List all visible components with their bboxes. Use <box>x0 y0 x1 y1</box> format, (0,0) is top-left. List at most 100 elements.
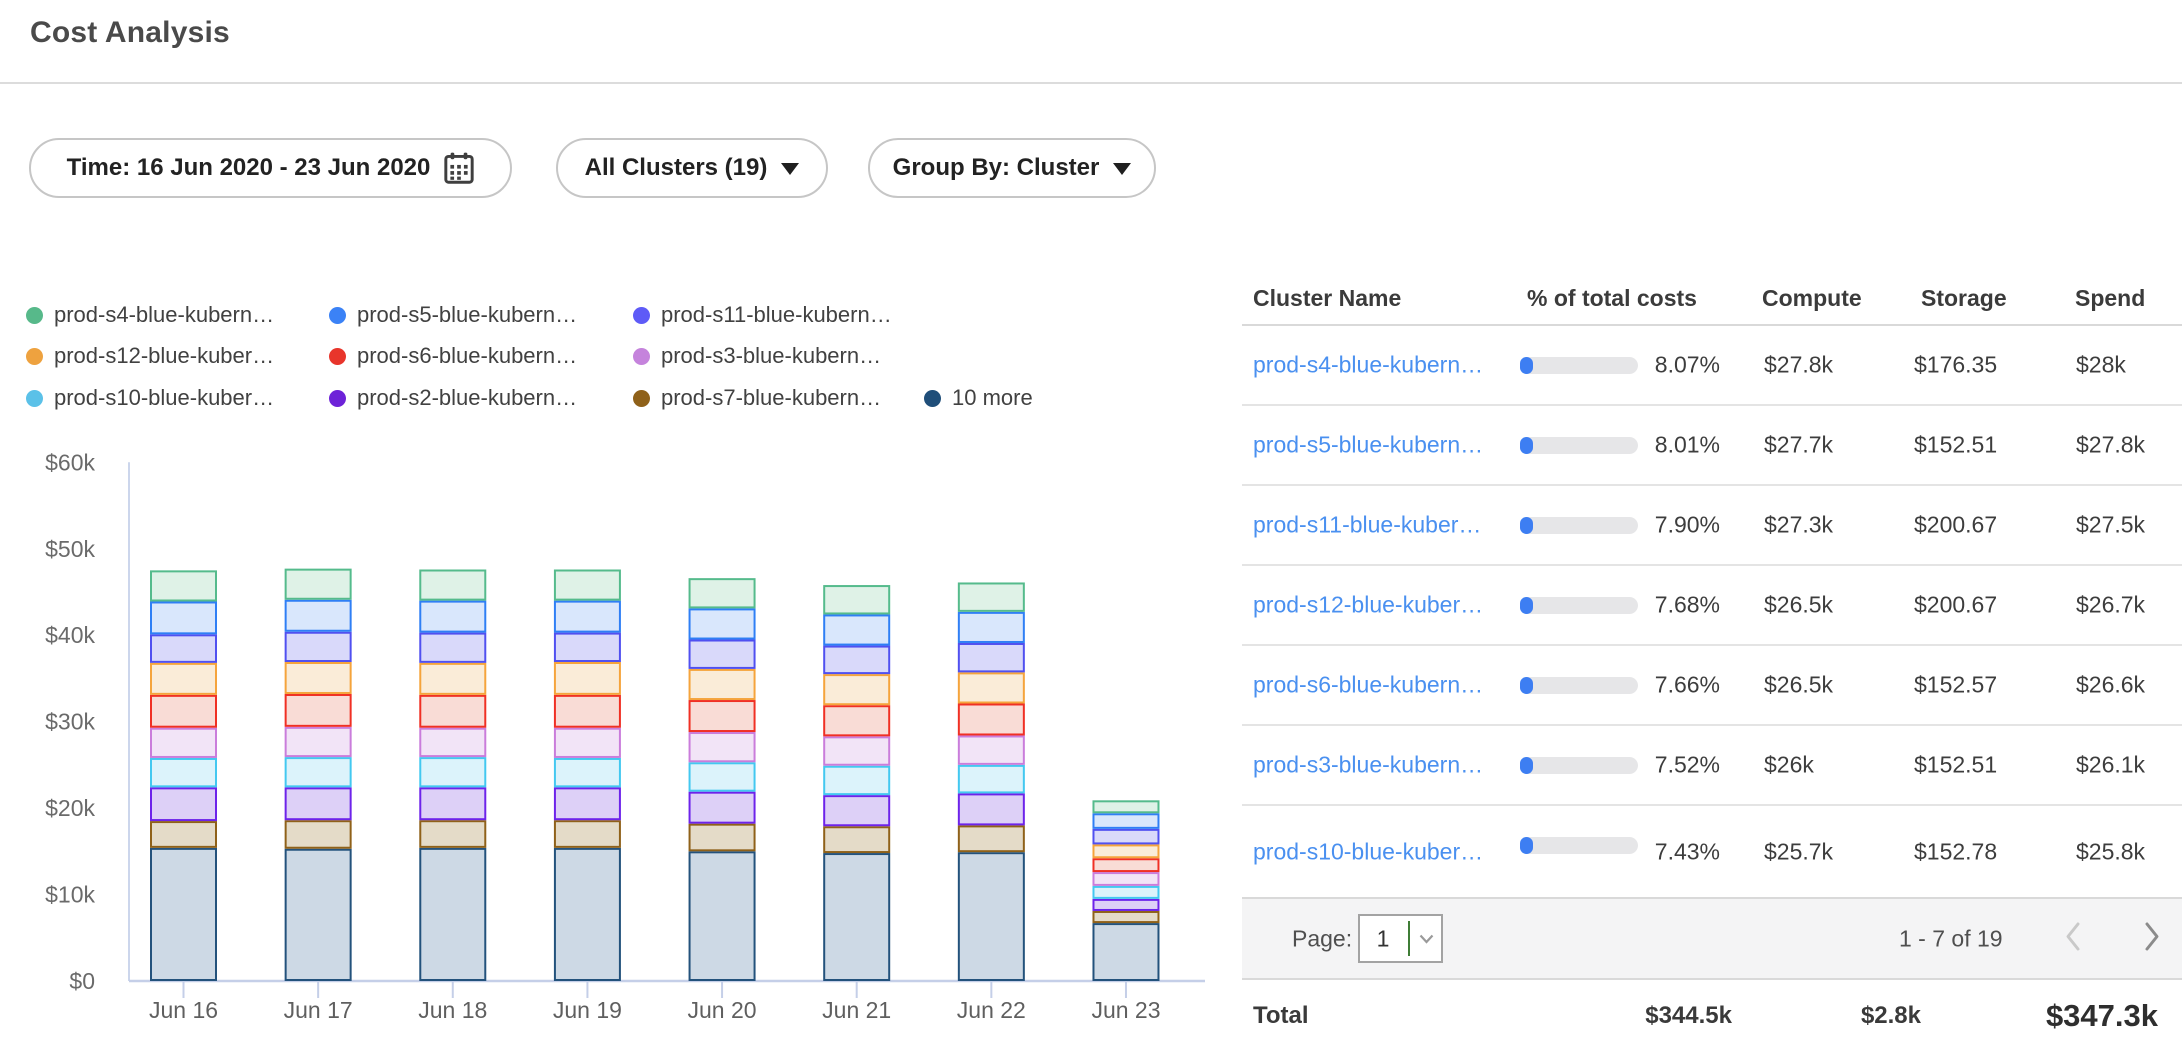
bar-segment-prod-s5-blue-kubern[interactable] <box>959 613 1024 642</box>
bar-segment-prod-s4-blue-kubern[interactable] <box>959 583 1024 610</box>
bar-segment-10-more[interactable] <box>690 852 755 980</box>
bar-segment-prod-s12-blue-kuber[interactable] <box>1093 845 1158 857</box>
bar-segment-prod-s12-blue-kuber[interactable] <box>690 670 755 699</box>
bar-segment-prod-s5-blue-kubern[interactable] <box>555 602 620 632</box>
bar-segment-prod-s11-blue-kubern[interactable] <box>959 644 1024 671</box>
bar-segment-prod-s5-blue-kubern[interactable] <box>286 601 351 631</box>
next-page-button[interactable] <box>2143 921 2162 957</box>
bar-segment-prod-s11-blue-kubern[interactable] <box>286 633 351 661</box>
bar-segment-prod-s2-blue-kubern[interactable] <box>286 788 351 819</box>
bar-segment-prod-s11-blue-kubern[interactable] <box>555 634 620 661</box>
bar-segment-prod-s10-blue-kuber[interactable] <box>959 766 1024 793</box>
bar-segment-prod-s2-blue-kubern[interactable] <box>959 794 1024 824</box>
bar-segment-prod-s2-blue-kubern[interactable] <box>690 793 755 823</box>
bar-segment-prod-s4-blue-kubern[interactable] <box>151 571 216 600</box>
bar-segment-prod-s12-blue-kuber[interactable] <box>151 664 216 694</box>
bar-segment-prod-s3-blue-kubern[interactable] <box>1093 873 1158 885</box>
bar-segment-prod-s10-blue-kuber[interactable] <box>286 758 351 786</box>
cluster-name-link[interactable]: prod-s5-blue-kubern… <box>1253 432 1483 459</box>
bar-segment-prod-s11-blue-kubern[interactable] <box>151 635 216 662</box>
legend-item[interactable]: prod-s6-blue-kubern… <box>329 346 577 366</box>
bar-segment-prod-s2-blue-kubern[interactable] <box>824 796 889 825</box>
bar-segment-prod-s7-blue-kubern[interactable] <box>690 825 755 851</box>
bar-segment-prod-s10-blue-kuber[interactable] <box>690 763 755 790</box>
legend-item[interactable]: prod-s7-blue-kubern… <box>633 388 881 408</box>
legend-item[interactable]: prod-s5-blue-kubern… <box>329 305 577 325</box>
bar-segment-prod-s2-blue-kubern[interactable] <box>1093 900 1158 910</box>
bar-segment-10-more[interactable] <box>959 853 1024 980</box>
cluster-name-link[interactable]: prod-s10-blue-kuber… <box>1253 838 1483 865</box>
bar-segment-prod-s3-blue-kubern[interactable] <box>286 728 351 756</box>
bar-segment-prod-s10-blue-kuber[interactable] <box>151 759 216 786</box>
bar-segment-prod-s3-blue-kubern[interactable] <box>824 737 889 764</box>
bar-segment-prod-s2-blue-kubern[interactable] <box>151 788 216 820</box>
bar-segment-prod-s5-blue-kubern[interactable] <box>824 615 889 644</box>
bar-segment-10-more[interactable] <box>555 849 620 980</box>
page-select[interactable]: 1 <box>1358 914 1443 963</box>
bar-segment-prod-s12-blue-kuber[interactable] <box>420 664 485 694</box>
bar-segment-prod-s4-blue-kubern[interactable] <box>690 579 755 607</box>
bar-segment-prod-s3-blue-kubern[interactable] <box>420 729 485 756</box>
bar-segment-prod-s4-blue-kubern[interactable] <box>420 570 485 599</box>
bar-segment-prod-s7-blue-kubern[interactable] <box>555 821 620 847</box>
bar-segment-10-more[interactable] <box>151 849 216 980</box>
bar-segment-prod-s2-blue-kubern[interactable] <box>420 788 485 819</box>
bar-segment-prod-s11-blue-kubern[interactable] <box>420 634 485 662</box>
bar-segment-prod-s4-blue-kubern[interactable] <box>286 570 351 599</box>
bar-segment-prod-s6-blue-kubern[interactable] <box>959 704 1024 734</box>
bar-segment-prod-s12-blue-kuber[interactable] <box>286 663 351 693</box>
bar-segment-prod-s7-blue-kubern[interactable] <box>151 822 216 847</box>
bar-segment-prod-s6-blue-kubern[interactable] <box>555 696 620 727</box>
bar-segment-prod-s7-blue-kubern[interactable] <box>1093 912 1158 922</box>
bar-segment-prod-s6-blue-kubern[interactable] <box>286 695 351 726</box>
bar-segment-prod-s4-blue-kubern[interactable] <box>824 586 889 613</box>
cluster-name-link[interactable]: prod-s4-blue-kubern… <box>1253 352 1483 379</box>
bar-segment-prod-s6-blue-kubern[interactable] <box>151 696 216 727</box>
bar-segment-10-more[interactable] <box>286 850 351 980</box>
bar-segment-prod-s11-blue-kubern[interactable] <box>690 641 755 668</box>
bar-segment-prod-s3-blue-kubern[interactable] <box>151 729 216 757</box>
bar-segment-prod-s11-blue-kubern[interactable] <box>1093 830 1158 844</box>
bar-segment-prod-s7-blue-kubern[interactable] <box>286 821 351 848</box>
bar-segment-prod-s7-blue-kubern[interactable] <box>420 821 485 847</box>
legend-item[interactable]: prod-s2-blue-kubern… <box>329 388 577 408</box>
bar-segment-prod-s6-blue-kubern[interactable] <box>420 696 485 727</box>
bar-segment-10-more[interactable] <box>1093 924 1158 980</box>
bar-segment-prod-s10-blue-kuber[interactable] <box>824 767 889 794</box>
bar-segment-prod-s5-blue-kubern[interactable] <box>1093 814 1158 828</box>
previous-page-button[interactable] <box>2063 921 2082 957</box>
bar-segment-prod-s7-blue-kubern[interactable] <box>959 826 1024 851</box>
bar-segment-prod-s6-blue-kubern[interactable] <box>690 701 755 731</box>
cluster-name-link[interactable]: prod-s11-blue-kuber… <box>1253 512 1481 539</box>
bar-segment-prod-s6-blue-kubern[interactable] <box>824 706 889 735</box>
bar-segment-prod-s3-blue-kubern[interactable] <box>555 729 620 757</box>
bar-segment-prod-s4-blue-kubern[interactable] <box>1093 801 1158 812</box>
bar-segment-10-more[interactable] <box>420 849 485 980</box>
cluster-name-link[interactable]: prod-s3-blue-kubern… <box>1253 752 1483 779</box>
bar-segment-prod-s12-blue-kuber[interactable] <box>555 663 620 694</box>
bar-segment-prod-s10-blue-kuber[interactable] <box>420 758 485 786</box>
legend-item[interactable]: prod-s10-blue-kuber… <box>26 388 274 408</box>
bar-segment-prod-s3-blue-kubern[interactable] <box>959 736 1024 763</box>
legend-item[interactable]: prod-s4-blue-kubern… <box>26 305 274 325</box>
bar-segment-prod-s7-blue-kubern[interactable] <box>824 827 889 852</box>
bar-segment-10-more[interactable] <box>824 854 889 980</box>
bar-segment-prod-s11-blue-kubern[interactable] <box>824 647 889 674</box>
bar-segment-prod-s2-blue-kubern[interactable] <box>555 788 620 819</box>
legend-item[interactable]: 10 more <box>924 388 1033 408</box>
bar-segment-prod-s3-blue-kubern[interactable] <box>690 733 755 761</box>
bar-segment-prod-s10-blue-kuber[interactable] <box>1093 887 1158 898</box>
bar-segment-prod-s5-blue-kubern[interactable] <box>151 602 216 633</box>
legend-item[interactable]: prod-s3-blue-kubern… <box>633 346 881 366</box>
cluster-name-link[interactable]: prod-s12-blue-kuber… <box>1253 592 1483 619</box>
legend-item[interactable]: prod-s11-blue-kubern… <box>633 305 892 325</box>
bar-segment-prod-s5-blue-kubern[interactable] <box>420 602 485 632</box>
legend-item[interactable]: prod-s12-blue-kuber… <box>26 346 274 366</box>
bar-segment-prod-s4-blue-kubern[interactable] <box>555 570 620 599</box>
bar-segment-prod-s12-blue-kuber[interactable] <box>959 673 1024 702</box>
bar-segment-prod-s10-blue-kuber[interactable] <box>555 759 620 786</box>
bar-segment-prod-s6-blue-kubern[interactable] <box>1093 859 1158 871</box>
bar-segment-prod-s5-blue-kubern[interactable] <box>690 609 755 638</box>
cluster-name-link[interactable]: prod-s6-blue-kubern… <box>1253 672 1483 699</box>
bar-segment-prod-s12-blue-kuber[interactable] <box>824 675 889 704</box>
